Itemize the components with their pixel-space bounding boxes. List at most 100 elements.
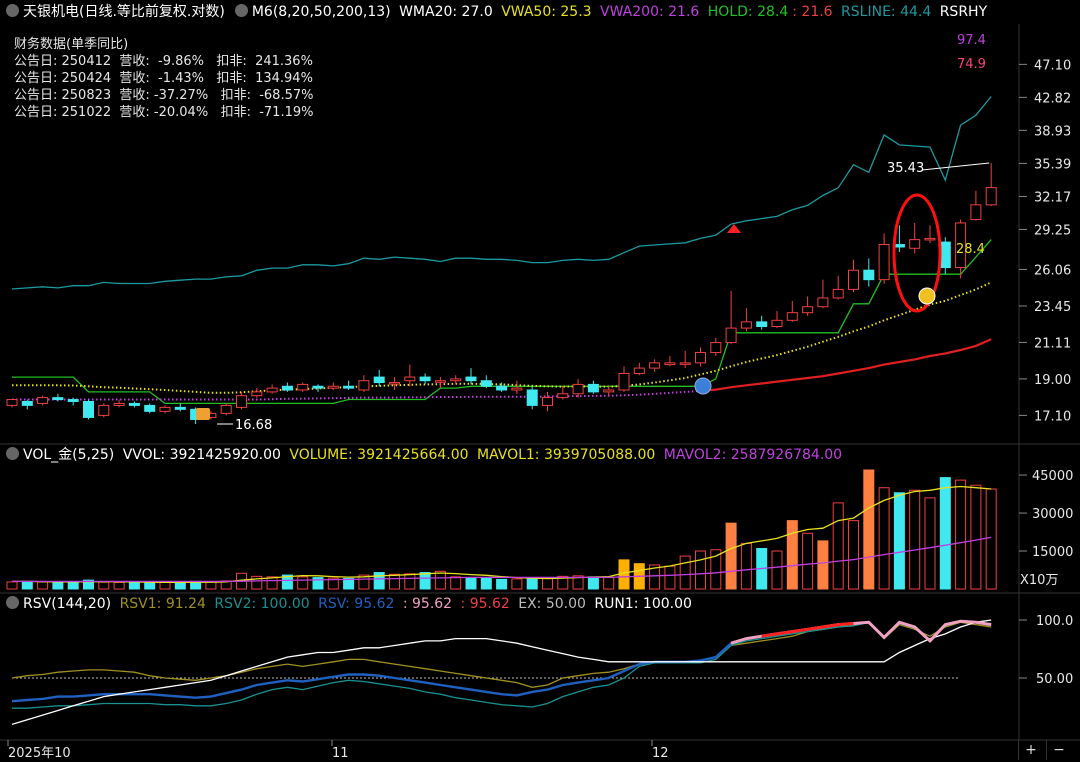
grid-lines <box>0 24 1080 741</box>
volume-panel-header: VOL_金(5,25) VVOL: 3921425920.00 VOLUME: … <box>0 443 1080 467</box>
candle-body <box>771 319 783 328</box>
candle-body <box>587 383 599 393</box>
candle-body <box>220 404 232 414</box>
candle-body <box>802 306 814 314</box>
volume-bar <box>98 581 110 590</box>
volume-bar <box>511 578 523 590</box>
zoom-out-button[interactable]: − <box>1046 740 1071 760</box>
volume-menu-icon[interactable] <box>6 447 19 460</box>
candle-body <box>725 327 737 344</box>
panel-menu-icon[interactable] <box>6 4 19 17</box>
volume-bar <box>909 489 921 590</box>
financial-row: 公告日: 250823 营收: -37.27% 扣非: -68.57% <box>14 88 314 103</box>
candle-body <box>389 382 400 385</box>
candle-body <box>542 397 553 406</box>
volume-bar <box>526 577 538 590</box>
volume-bar <box>480 577 492 590</box>
hold-value: : 21.6 <box>792 4 833 20</box>
volume-bar <box>6 581 18 590</box>
hold-series <box>12 239 992 405</box>
volume-unit-label: X10万 <box>1020 573 1058 588</box>
candle-body <box>128 402 140 406</box>
candle-body <box>863 269 875 281</box>
volume-bar <box>603 577 615 590</box>
volume-bar <box>924 497 936 590</box>
date-tick-label: 2025年10 <box>8 746 71 761</box>
financial-row: 公告日: 250412 营收: -9.86% 扣非: 241.36% <box>14 54 313 69</box>
wma20-label: WMA20: 27.0 <box>399 4 493 20</box>
candle-body <box>848 269 859 290</box>
rsv-panel-header: RSV(144,20) RSV1: 91.24 RSV2: 100.00 RSV… <box>0 592 1080 616</box>
price-tick-label: 38.93 <box>1034 124 1071 139</box>
candle-body <box>465 376 477 382</box>
financial-row: 公告日: 251022 营收: -20.04% 扣非: -71.19% <box>14 105 314 120</box>
candle-body <box>67 399 79 402</box>
mavol2-label: MAVOL2: 2587926784.00 <box>663 447 843 463</box>
candle-body <box>113 402 125 406</box>
volume-label: VOLUME: 3921425664.00 <box>289 447 469 463</box>
high-price-label: 35.43 <box>887 161 924 176</box>
mavol1-series <box>12 485 992 584</box>
financial-data-box: 财务数据(单季同比) 公告日: 250412 营收: -9.86% 扣非: 241… <box>14 36 313 121</box>
price-tick-label: 32.17 <box>1034 190 1071 205</box>
candle-body <box>557 393 569 399</box>
m6-label: M6(8,20,50,200,13) <box>251 4 391 20</box>
candle-body <box>312 385 324 389</box>
rsv-name: RSV(144,20) <box>23 596 112 612</box>
candle-body <box>174 406 186 410</box>
volume-tick-label: 30000 <box>1032 507 1073 522</box>
candle-body <box>419 376 431 382</box>
candle-body <box>649 362 661 369</box>
candle-body <box>526 389 538 406</box>
candle-body <box>664 362 676 366</box>
price-tick-label: 29.25 <box>1034 223 1071 238</box>
date-tick-label: 12 <box>652 746 669 761</box>
volume-bar <box>893 492 905 590</box>
rsv-tick-label: 50.00 <box>1036 672 1073 687</box>
rsv-menu-icon[interactable] <box>6 596 19 609</box>
low-price-label: 16.68 <box>235 418 272 433</box>
price-panel-header: 天银机电(日线.等比前复权.对数) M6(8,20,50,200,13) WMA2… <box>0 0 1080 24</box>
volume-bar <box>144 582 156 590</box>
volume-bar <box>159 581 171 590</box>
candle-body <box>817 297 829 308</box>
volume-bar <box>817 540 829 590</box>
candle-body <box>21 400 33 406</box>
volume-bar <box>970 484 982 590</box>
rs-value-label: 74.9 <box>957 57 986 72</box>
candle-body <box>297 383 309 391</box>
high-arrow <box>921 162 990 171</box>
volume-bar <box>205 581 217 590</box>
candle-body <box>281 385 293 391</box>
indicator-menu-icon[interactable] <box>234 4 248 17</box>
vwa200-label: VWA200: 21.6 <box>600 4 700 20</box>
volume-tick-label: 45000 <box>1032 469 1073 484</box>
candle-body <box>924 237 936 241</box>
event-flag-icon <box>196 408 210 420</box>
candle-body <box>572 383 584 395</box>
candle-body <box>434 380 446 383</box>
money-bag-icon <box>918 287 936 305</box>
volume-bar <box>389 573 400 590</box>
wma20-series <box>12 281 992 394</box>
candle-body <box>496 385 508 391</box>
volume-bar <box>832 502 844 590</box>
volume-bar <box>419 572 431 590</box>
signal-ball-icon <box>694 377 712 395</box>
stock-title: 天银机电(日线.等比前复权.对数) <box>23 4 225 20</box>
candle-body <box>52 397 64 401</box>
volume-bar <box>496 578 508 590</box>
volume-bar <box>67 581 79 590</box>
price-tick-label: 19.00 <box>1034 373 1071 388</box>
volume-bar <box>465 577 477 590</box>
run1-series <box>11 619 992 726</box>
volume-bar <box>848 520 859 590</box>
candle-body <box>985 187 997 206</box>
price-tick-label: 21.11 <box>1034 336 1071 351</box>
rsv-value-pink: : 95.62 <box>402 596 453 612</box>
volume-bar <box>37 581 49 590</box>
candle-body <box>893 244 905 248</box>
volume-bar <box>128 581 140 590</box>
volume-bar <box>802 532 814 590</box>
zoom-in-button[interactable]: + <box>1018 740 1043 760</box>
